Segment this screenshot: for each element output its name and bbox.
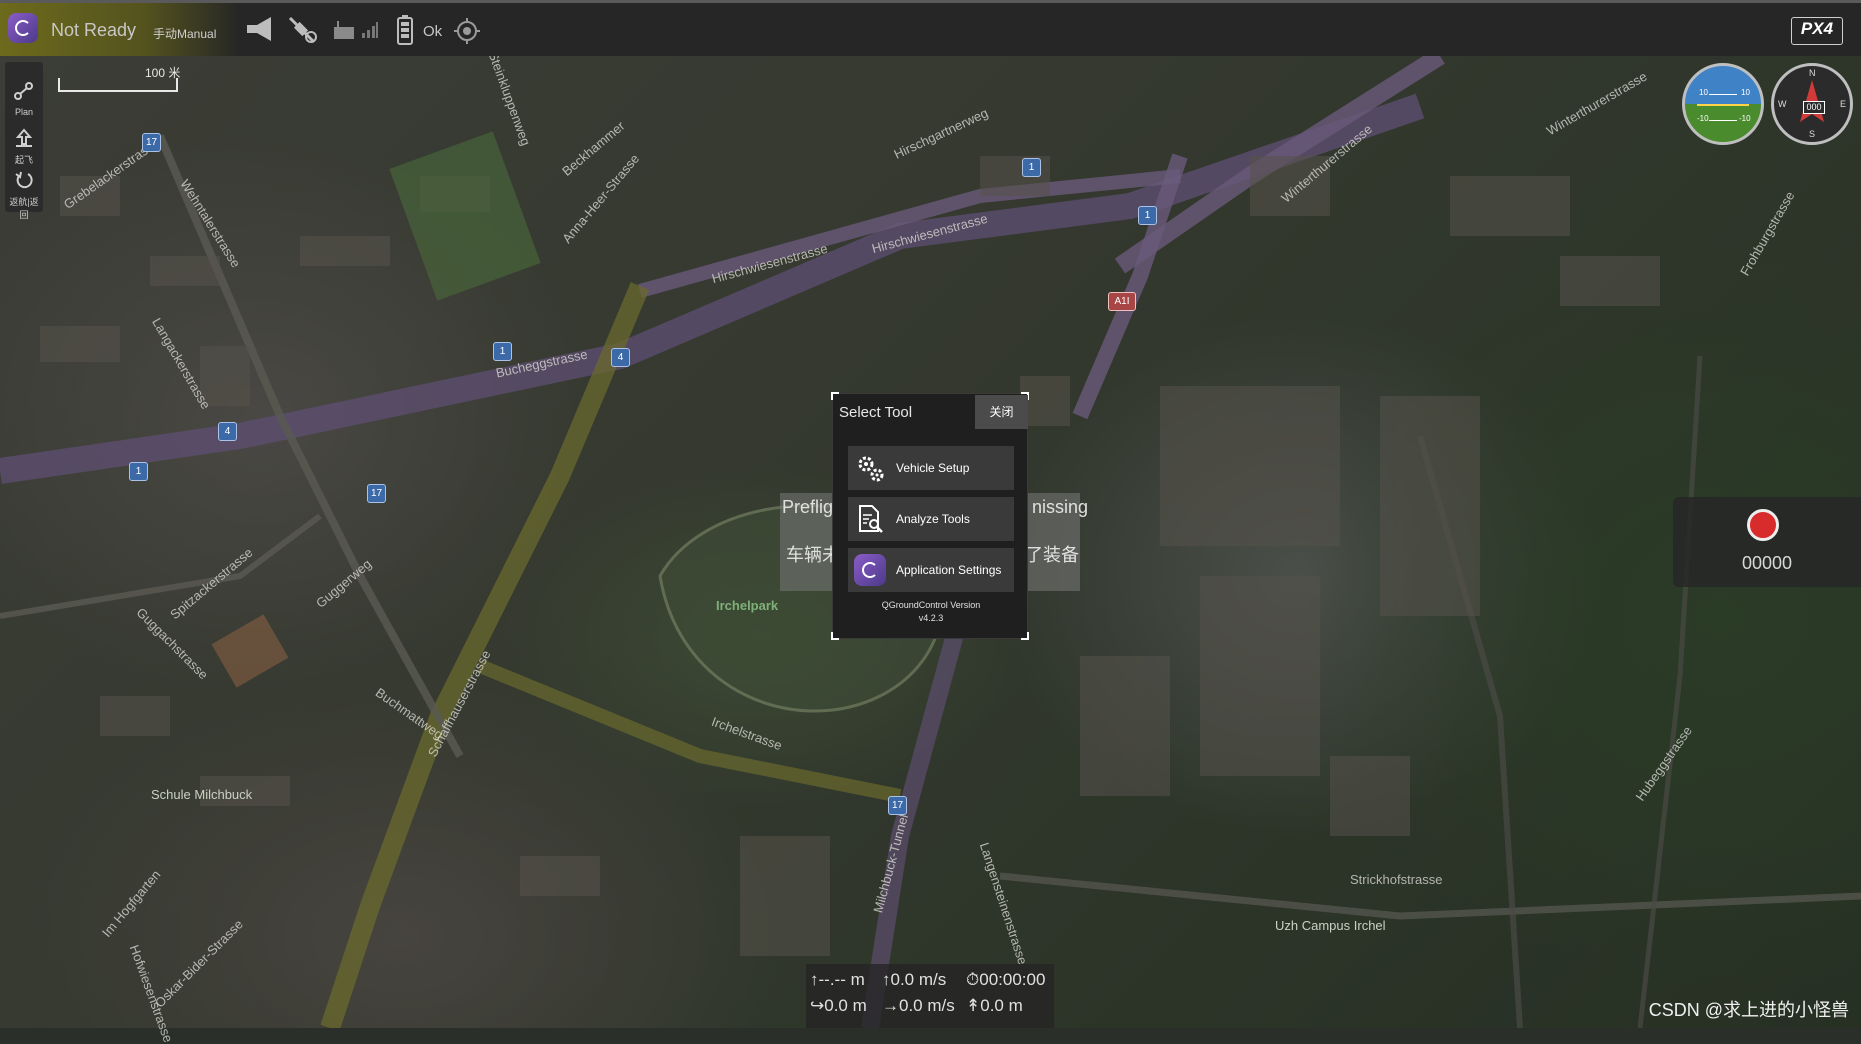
route-shield: 17 (367, 484, 386, 503)
close-button[interactable]: 关闭 (975, 395, 1028, 429)
takeoff-icon (15, 128, 33, 147)
route-shield: 17 (888, 796, 907, 815)
battery-icon[interactable] (397, 14, 413, 51)
return-label: 返航|返回 (9, 197, 39, 220)
school-label: Schule Milchbuck (151, 787, 253, 802)
application-settings-button[interactable]: Application Settings (848, 548, 1014, 592)
horizon-marker (1697, 104, 1749, 106)
analyze-tools-button[interactable]: Analyze Tools (848, 497, 1014, 541)
takeoff-label: 起飞 (14, 155, 33, 165)
gear-icon (858, 456, 884, 482)
flight-mode-selector[interactable]: 手动Manual (153, 25, 216, 42)
camera-panel: 00000 (1673, 497, 1861, 587)
horizontal-speed-value: →0.0 m/s (882, 996, 955, 1015)
plan-button[interactable]: Plan (5, 80, 43, 117)
record-button[interactable] (1747, 509, 1779, 541)
home-distance-value: ↟0.0 m (966, 996, 1023, 1015)
vehicle-setup-label: Vehicle Setup (896, 461, 970, 475)
pitch-tick: 10 (1741, 88, 1750, 97)
preflight-message-text: nissing (1032, 497, 1089, 517)
dialog-title: Select Tool (839, 404, 913, 421)
altitude-value: ↑--.-- m (810, 970, 865, 989)
capture-count: 00000 (1741, 553, 1793, 573)
top-toolbar: Not Ready 手动Manual Ok PX4 (0, 0, 1861, 56)
street-label: Strickhofstrasse (1350, 872, 1443, 887)
dialog-corner (831, 632, 839, 640)
route-shield: 4 (218, 422, 237, 441)
application-settings-label: Application Settings (896, 563, 1002, 577)
select-tool-dialog: Select Tool 关闭 Vehicle Setup Analyze Too… (831, 392, 1029, 640)
pitch-line (1709, 120, 1737, 121)
gps-off-icon[interactable] (287, 15, 317, 50)
plan-label: Plan (14, 107, 33, 117)
px4-logo: PX4 (1791, 17, 1843, 45)
qgc-logo-ring (862, 562, 878, 578)
telemetry-panel: ↑--.-- m ↑0.0 m/s ⏱00:00:00 ↪0.0 m →0.0 … (806, 964, 1054, 1028)
heading-readout: 000 (1803, 101, 1825, 114)
attitude-indicator: 10 10 -10 -10 (1682, 63, 1764, 145)
pitch-tick: -10 (1739, 114, 1751, 123)
route-shield: 1 (129, 462, 148, 481)
signal-icon (361, 21, 379, 44)
route-shield: 17 (142, 133, 161, 152)
pitch-line (1709, 94, 1737, 95)
vertical-speed-value: ↑0.0 m/s (882, 970, 947, 989)
version-number: v4.2.3 (918, 613, 944, 623)
pitch-tick: -10 (1697, 114, 1709, 123)
dialog-corner (831, 392, 839, 400)
route-shield: 1 (1022, 158, 1041, 177)
return-button[interactable]: 返航|返回 (5, 170, 43, 221)
battery-status[interactable]: Ok (423, 23, 442, 40)
route-shield: A1I (1108, 292, 1136, 311)
rc-icon[interactable] (333, 19, 355, 46)
takeoff-button[interactable]: 起飞 (5, 128, 43, 166)
version-label: QGroundControl Version (881, 600, 981, 610)
qgc-app-icon[interactable] (8, 13, 38, 43)
preflight-message-text: 了装备 (1025, 545, 1079, 565)
readiness-status[interactable]: Not Ready (51, 20, 136, 41)
megaphone-icon[interactable] (245, 15, 277, 48)
return-icon (15, 171, 33, 189)
campus-label: Uzh Campus Irchel (1275, 918, 1386, 933)
qgc-app-icon (854, 554, 886, 586)
plan-icon (14, 82, 33, 100)
analyze-icon (859, 505, 883, 533)
flight-time-value: ⏱00:00:00 (966, 970, 1046, 989)
park-label: Irchelpark (716, 598, 779, 613)
route-shield: 1 (493, 342, 512, 361)
left-tool-strip: Plan 起飞 返航|返回 (5, 62, 43, 220)
gimbal-icon[interactable] (454, 18, 480, 49)
compass: N E S W 000 (1771, 63, 1853, 145)
route-shield: 4 (611, 348, 630, 367)
distance-value: ↪0.0 m (810, 996, 867, 1015)
watermark: CSDN @求上进的小怪兽 (1648, 1000, 1849, 1020)
analyze-tools-label: Analyze Tools (896, 512, 970, 526)
pitch-tick: 10 (1699, 88, 1708, 97)
route-shield: 1 (1138, 206, 1157, 225)
dialog-corner (1021, 632, 1029, 640)
map-scale-bar (58, 78, 178, 92)
vehicle-setup-button[interactable]: Vehicle Setup (848, 446, 1014, 490)
